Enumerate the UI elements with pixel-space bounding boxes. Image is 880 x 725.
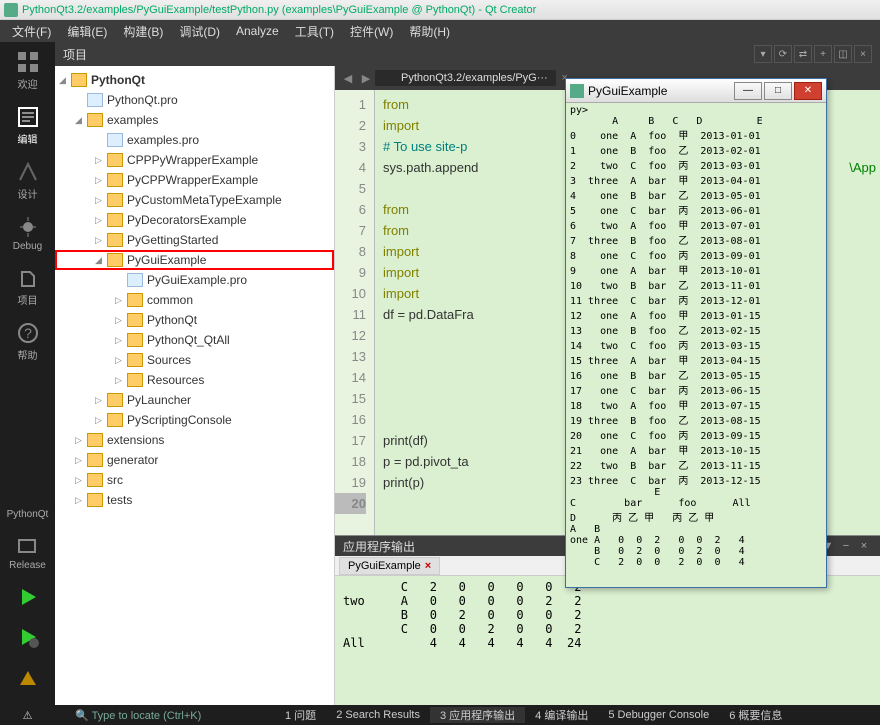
popup-titlebar[interactable]: PyGuiExample — □ ✕ xyxy=(566,79,826,103)
menu-build[interactable]: 构建(B) xyxy=(115,23,171,40)
filter-icon[interactable]: ▾ xyxy=(754,45,772,63)
statusbar-issues[interactable]: 1 问题 xyxy=(275,707,326,723)
mode-sidebar: 欢迎 编辑 设计 Debug 项目 ?帮助 PythonQt Release xyxy=(0,42,55,705)
pyguiexample-window[interactable]: PyGuiExample — □ ✕ py> A B C D E 0 one A… xyxy=(565,78,827,588)
split-icon[interactable]: ◫ xyxy=(834,45,852,63)
tree-file[interactable]: PythonQt.pro xyxy=(107,93,178,107)
run-button[interactable] xyxy=(16,585,40,611)
output-pane-title: 应用程序输出 xyxy=(343,538,415,555)
build-button[interactable] xyxy=(16,665,40,691)
line-gutter: 1234567891011121314151617181920 xyxy=(335,90,375,535)
menubar: 文件(F) 编辑(E) 构建(B) 调试(D) Analyze 工具(T) 控件… xyxy=(0,20,880,42)
menu-help[interactable]: 帮助(H) xyxy=(401,23,458,40)
mode-projects[interactable]: 项目 xyxy=(16,266,40,307)
popup-app-icon xyxy=(570,84,584,98)
project-tree[interactable]: ◢PythonQt PythonQt.pro ◢examples example… xyxy=(55,66,335,705)
project-pane-header: 项目 ▾ ⟳ ⇄ + ◫ × xyxy=(55,42,880,66)
output-tab-pyguiexample[interactable]: PyGuiExample × xyxy=(339,557,440,575)
tree-file[interactable]: examples.pro xyxy=(127,133,199,147)
tree-folder-pyguiexample[interactable]: PyGuiExample xyxy=(127,253,206,267)
output-body[interactable]: C 2 0 0 0 0 2 two A 0 0 0 0 2 2 B 0 2 0 … xyxy=(335,576,880,705)
tree-folder-examples[interactable]: examples xyxy=(107,113,158,127)
add-icon[interactable]: + xyxy=(814,45,832,63)
tree-root[interactable]: PythonQt xyxy=(91,73,145,87)
window-titlebar: PythonQt3.2/examples/PyGuiExample/testPy… xyxy=(0,0,880,20)
kit-selector[interactable]: PythonQt xyxy=(7,509,49,520)
mode-edit[interactable]: 编辑 xyxy=(16,105,40,146)
menu-file[interactable]: 文件(F) xyxy=(4,23,59,40)
status-warning-icon[interactable]: ⚠ xyxy=(0,709,55,722)
mode-debug[interactable]: Debug xyxy=(13,215,42,252)
tree-file[interactable]: PyGuiExample.pro xyxy=(147,273,247,287)
popup-minimize-button[interactable]: — xyxy=(734,82,762,100)
tree-folder[interactable]: PyDecoratorsExample xyxy=(127,213,246,227)
mode-welcome[interactable]: 欢迎 xyxy=(16,50,40,91)
statusbar-compile[interactable]: 4 编译输出 xyxy=(525,707,598,723)
build-config[interactable]: Release xyxy=(9,534,46,571)
nav-fwd-icon[interactable]: ▶ xyxy=(357,72,375,85)
sync-icon[interactable]: ⟳ xyxy=(774,45,792,63)
output-tab-close-icon[interactable]: × xyxy=(425,560,431,572)
window-title: PythonQt3.2/examples/PyGuiExample/testPy… xyxy=(22,4,536,16)
output-min-icon[interactable]: − xyxy=(838,538,854,554)
tree-folder[interactable]: PyScriptingConsole xyxy=(127,413,232,427)
tree-folder[interactable]: generator xyxy=(107,453,158,467)
file-path-crumb[interactable]: PythonQt3.2/examples/PyG··· xyxy=(375,70,556,86)
tree-folder[interactable]: extensions xyxy=(107,433,164,447)
popup-title: PyGuiExample xyxy=(588,84,667,98)
popup-console[interactable]: py> A B C D E 0 one A foo 甲 2013-01-01 1… xyxy=(566,103,826,587)
tree-folder[interactable]: PythonQt_QtAll xyxy=(147,333,230,347)
tree-folder[interactable]: PyLauncher xyxy=(127,393,191,407)
tree-folder[interactable]: Sources xyxy=(147,353,191,367)
debug-run-button[interactable] xyxy=(16,625,40,651)
menu-edit[interactable]: 编辑(E) xyxy=(59,23,115,40)
mode-help[interactable]: ?帮助 xyxy=(16,321,40,362)
tree-folder[interactable]: Resources xyxy=(147,373,204,387)
locator-input[interactable]: 🔍 Type to locate (Ctrl+K) xyxy=(55,709,275,722)
popup-maximize-button[interactable]: □ xyxy=(764,82,792,100)
app-logo-icon xyxy=(4,3,18,17)
status-bar: ⚠ 🔍 Type to locate (Ctrl+K) 1 问题 2 Searc… xyxy=(0,705,880,725)
menu-debug[interactable]: 调试(D) xyxy=(171,23,228,40)
menu-widgets[interactable]: 控件(W) xyxy=(342,23,401,40)
tree-folder[interactable]: PyGettingStarted xyxy=(127,233,218,247)
popup-close-button[interactable]: ✕ xyxy=(794,82,822,100)
tree-folder[interactable]: tests xyxy=(107,493,132,507)
svg-text:?: ? xyxy=(24,325,32,341)
link-icon[interactable]: ⇄ xyxy=(794,45,812,63)
close-pane-icon[interactable]: × xyxy=(854,45,872,63)
statusbar-general[interactable]: 6 概要信息 xyxy=(719,707,792,723)
tree-folder[interactable]: src xyxy=(107,473,123,487)
statusbar-appoutput[interactable]: 3 应用程序输出 xyxy=(430,707,525,723)
project-pane-title: 项目 xyxy=(63,46,87,63)
statusbar-search[interactable]: 2 Search Results xyxy=(326,709,430,721)
tree-folder[interactable]: CPPPyWrapperExample xyxy=(127,153,258,167)
tree-folder[interactable]: common xyxy=(147,293,193,307)
tree-folder[interactable]: PyCPPWrapperExample xyxy=(127,173,258,187)
statusbar-debugger[interactable]: 5 Debugger Console xyxy=(598,709,719,721)
tree-folder[interactable]: PythonQt xyxy=(147,313,197,327)
menu-analyze[interactable]: Analyze xyxy=(228,24,287,38)
tree-folder[interactable]: PyCustomMetaTypeExample xyxy=(127,193,282,207)
output-close-icon[interactable]: × xyxy=(856,538,872,554)
nav-back-icon[interactable]: ◀ xyxy=(339,72,357,85)
menu-tools[interactable]: 工具(T) xyxy=(287,23,342,40)
mode-design[interactable]: 设计 xyxy=(16,160,40,201)
